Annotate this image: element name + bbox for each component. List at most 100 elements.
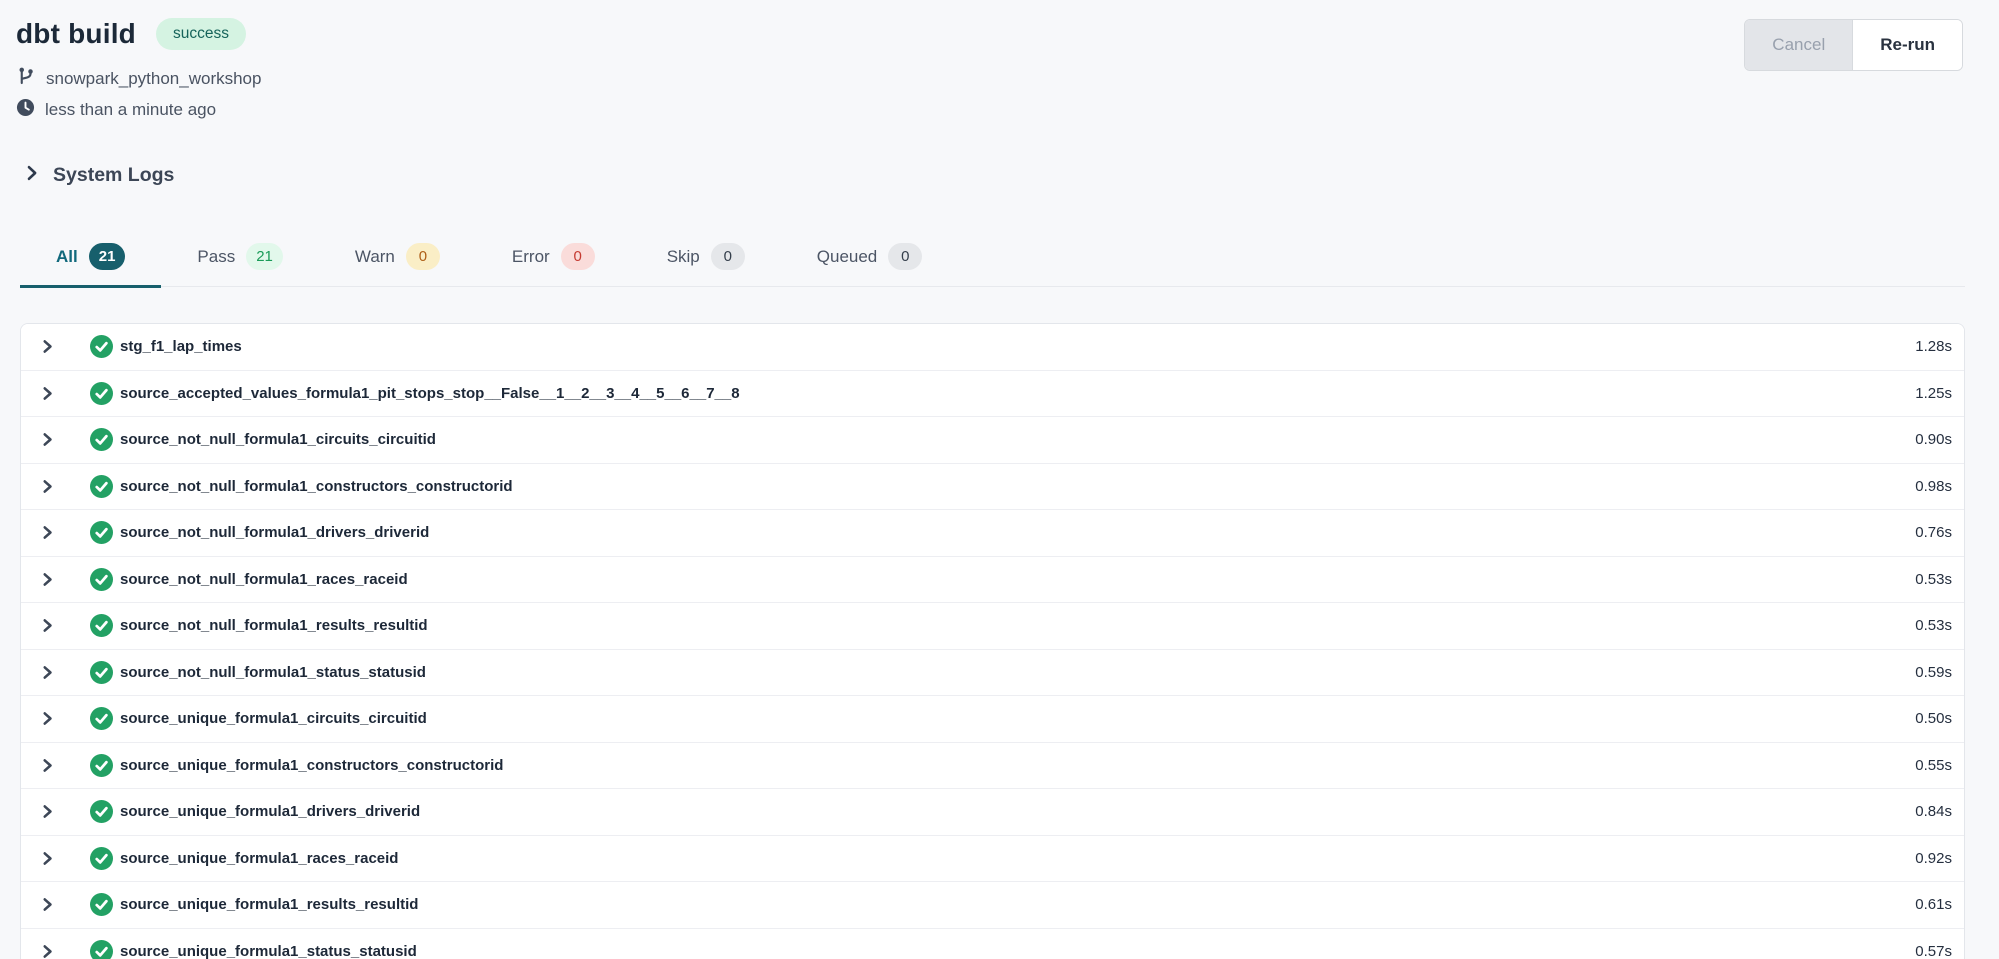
node-name: source_not_null_formula1_status_statusid [120,664,426,681]
chevron-right-icon[interactable] [36,940,58,959]
clock-icon [16,98,35,122]
cancel-button[interactable]: Cancel [1745,20,1853,70]
check-circle-icon [90,614,113,637]
table-row: source_not_null_formula1_constructors_co… [21,464,1964,511]
node-name: stg_f1_lap_times [120,338,242,355]
chevron-right-icon[interactable] [36,522,58,544]
check-circle-icon [90,521,113,544]
table-row: source_not_null_formula1_results_resulti… [21,603,1964,650]
table-row: source_unique_formula1_circuits_circuiti… [21,696,1964,743]
chevron-right-icon[interactable] [36,382,58,404]
tab-count-badge: 0 [888,243,922,270]
chevron-right-icon[interactable] [36,429,58,451]
tab-label: Queued [817,247,878,267]
check-circle-icon [90,661,113,684]
node-name: source_not_null_formula1_results_resulti… [120,617,428,634]
table-row: stg_f1_lap_times 1.28s [21,324,1964,371]
tab-label: Warn [355,247,395,267]
git-branch-icon [16,66,36,91]
node-duration: 0.53s [1915,617,1952,634]
node-name: source_unique_formula1_circuits_circuiti… [120,710,427,727]
node-duration: 0.98s [1915,478,1952,495]
chevron-right-icon[interactable] [36,475,58,497]
table-row: source_not_null_formula1_status_statusid… [21,650,1964,697]
status-tabs: All21 Pass 21 Warn 0 Error 0 Skip 0 Queued 0 [20,233,1965,287]
node-duration: 0.84s [1915,803,1952,820]
tab-error[interactable]: Error 0 [476,233,631,288]
node-name: source_unique_formula1_results_resultid [120,896,418,913]
time-ago: less than a minute ago [45,100,216,120]
chevron-right-icon[interactable] [36,615,58,637]
node-duration: 0.61s [1915,896,1952,913]
tab-skip[interactable]: Skip 0 [631,233,781,288]
tab-all[interactable]: All21 [20,233,161,288]
node-name: source_accepted_values_formula1_pit_stop… [120,385,740,402]
system-logs-label: System Logs [53,164,174,187]
chevron-right-icon [23,164,41,187]
status-badge: success [156,18,246,50]
tab-count-badge: 21 [246,243,283,270]
tab-warn[interactable]: Warn 0 [319,233,476,288]
check-circle-icon [90,382,113,405]
node-name: source_not_null_formula1_circuits_circui… [120,431,436,448]
check-circle-icon [90,568,113,591]
node-name: source_unique_formula1_drivers_driverid [120,803,420,820]
check-circle-icon [90,800,113,823]
tab-pass[interactable]: Pass 21 [161,233,318,288]
tab-count-badge: 0 [561,243,595,270]
check-circle-icon [90,940,113,959]
tab-label: Error [512,247,550,267]
table-row: source_not_null_formula1_races_raceid 0.5… [21,557,1964,604]
check-circle-icon [90,335,113,358]
chevron-right-icon[interactable] [36,754,58,776]
table-row: source_unique_formula1_drivers_driverid 0… [21,789,1964,836]
branch-meta: snowpark_python_workshop [16,66,261,91]
node-duration: 0.92s [1915,850,1952,867]
tab-label: Pass [197,247,235,267]
chevron-right-icon[interactable] [36,801,58,823]
node-name: source_unique_formula1_status_statusid [120,943,417,959]
table-row: source_not_null_formula1_drivers_driveri… [21,510,1964,557]
system-logs-toggle[interactable]: System Logs [23,164,1999,187]
time-meta: less than a minute ago [16,98,261,122]
branch-name: snowpark_python_workshop [46,69,261,89]
node-name: source_unique_formula1_races_raceid [120,850,398,867]
node-duration: 0.50s [1915,710,1952,727]
rerun-button[interactable]: Re-run [1853,20,1962,70]
tab-label: Skip [667,247,700,267]
tab-count-badge: 21 [89,243,126,270]
run-header: dbt build success snowpark_python_worksh… [0,0,1999,122]
node-duration: 0.59s [1915,664,1952,681]
node-duration: 1.25s [1915,385,1952,402]
table-row: source_accepted_values_formula1_pit_stop… [21,371,1964,418]
tab-count-badge: 0 [711,243,745,270]
table-row: source_unique_formula1_results_resultid 0… [21,882,1964,929]
run-actions: Cancel Re-run [1744,19,1963,71]
chevron-right-icon[interactable] [36,661,58,683]
table-row: source_unique_formula1_races_raceid 0.92s [21,836,1964,883]
chevron-right-icon[interactable] [36,708,58,730]
node-name: source_unique_formula1_constructors_cons… [120,757,503,774]
results-list: stg_f1_lap_times 1.28s source_accepted_val… [20,323,1965,959]
node-duration: 0.76s [1915,524,1952,541]
chevron-right-icon[interactable] [36,847,58,869]
node-duration: 0.90s [1915,431,1952,448]
table-row: source_unique_formula1_constructors_cons… [21,743,1964,790]
check-circle-icon [90,475,113,498]
node-duration: 0.53s [1915,571,1952,588]
node-name: source_not_null_formula1_races_raceid [120,571,408,588]
tab-count-badge: 0 [406,243,440,270]
check-circle-icon [90,428,113,451]
node-name: source_not_null_formula1_constructors_co… [120,478,513,495]
node-name: source_not_null_formula1_drivers_driveri… [120,524,429,541]
table-row: source_unique_formula1_status_statusid 0.… [21,929,1964,959]
node-duration: 0.57s [1915,943,1952,959]
chevron-right-icon[interactable] [36,894,58,916]
check-circle-icon [90,847,113,870]
node-duration: 0.55s [1915,757,1952,774]
chevron-right-icon[interactable] [36,568,58,590]
tab-queued[interactable]: Queued 0 [781,233,959,288]
check-circle-icon [90,707,113,730]
node-duration: 1.28s [1915,338,1952,355]
chevron-right-icon[interactable] [36,336,58,358]
